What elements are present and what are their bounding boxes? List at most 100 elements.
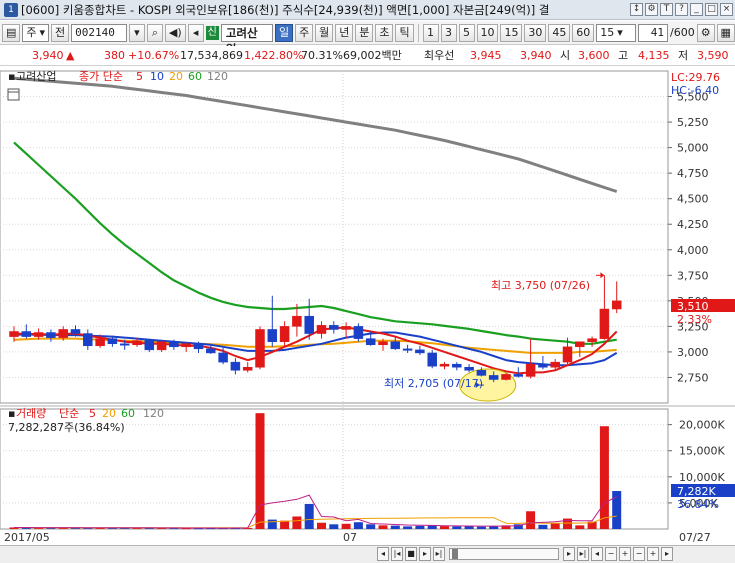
stop-icon[interactable]: ■ [405,547,417,561]
prev-button[interactable]: 전 [51,23,70,42]
volume-bar [550,523,560,529]
zoom-reset-icon[interactable]: − [633,547,645,561]
search-icon[interactable]: ⌕ [146,23,163,42]
interval-3[interactable]: 3 [440,23,457,42]
candle-body [476,370,487,376]
candle-body [464,366,474,371]
candle-body [439,363,450,367]
prev-stock-icon[interactable]: ◂ [187,23,204,42]
chart-settings-icon[interactable]: ⚙ [696,23,715,42]
layout-toggle-icon[interactable]: ▤ [2,23,21,42]
candle-body [292,315,302,327]
high-annotation: 최고 3,750 (07/26) [491,279,590,292]
interval-60[interactable]: 60 [572,23,595,42]
interval-1[interactable]: 1 [422,23,439,42]
period-tick[interactable]: 틱 [395,23,414,42]
volume-bar [415,525,425,529]
candle-body [575,341,585,348]
candle-body [488,375,499,380]
period-day[interactable]: 일 [274,23,294,42]
star-icon[interactable]: T [660,3,673,16]
chevron-down-icon: ▾ [39,25,46,39]
volume-tick-label: 10,000K [679,471,725,484]
count-total: /600 [670,26,695,39]
volume-ma-label: 단순 [59,407,79,420]
last-icon[interactable]: ▸| [433,547,445,561]
volume-bar [452,526,462,529]
last-price-tag: 3,510 [677,300,709,313]
period-minute[interactable]: 분 [355,23,374,42]
volume-bar [280,520,290,529]
candle-body [107,338,118,345]
interval-15[interactable]: 15 [500,23,523,42]
period-second[interactable]: 초 [375,23,394,42]
trade-amount: 69,002백만 [343,49,402,62]
scroll-left-icon[interactable]: ◂ [377,547,389,561]
last-volume-rate-tag: 36.84% [677,498,719,511]
ma5-legend: 5 [136,70,143,83]
x-label-mid: 07 [343,531,357,544]
market-select[interactable]: 주 ▾ [22,23,50,42]
vol-ma20-legend: 20 [102,407,116,420]
code-dropdown-icon[interactable]: ▾ [128,23,145,42]
pin-icon[interactable]: ↕ [630,3,643,16]
high-label: 고 [618,49,629,62]
vol-ma5-legend: 5 [89,407,96,420]
zoom-in-icon[interactable]: + [619,547,631,561]
candle-body [21,331,32,337]
interval-45[interactable]: 45 [548,23,571,42]
interval-5[interactable]: 5 [458,23,475,42]
sound-icon[interactable]: ◀) [164,23,186,42]
first-icon[interactable]: |◂ [391,547,403,561]
calendar-icon[interactable] [7,88,20,101]
volume-bar [267,519,277,529]
turnover: 70.31% [301,49,343,62]
volume: 17,534,869 [180,49,243,62]
candle-body [132,340,142,346]
count-input[interactable]: 41 [638,23,668,42]
candle-body [599,308,610,339]
chevron-down-icon: ▾ [617,25,623,39]
volume-bar [378,525,388,529]
scroll-thumb[interactable] [452,549,458,559]
add-indicator-icon[interactable]: + [647,547,659,561]
maximize-icon[interactable]: □ [705,3,718,16]
minimize-icon[interactable]: _ [690,3,703,16]
interval-10[interactable]: 10 [476,23,499,42]
volume-bar [489,526,499,529]
best-bid: 3,945 [470,49,502,62]
nav-menu-icon[interactable]: ▸ [661,547,673,561]
price-tick-label: 4,250 [677,218,709,231]
scroll-track[interactable] [449,548,559,560]
help-icon[interactable]: ? [675,3,688,16]
candle-body [316,325,327,334]
close-icon[interactable]: × [720,3,733,16]
candle-body [550,361,560,368]
scroll-right-icon[interactable]: ▸ [563,547,575,561]
chart-area[interactable]: 2,7503,0003,2503,5003,7504,0004,2504,500… [0,67,735,545]
zoom-step-icon[interactable]: ▸| [577,547,589,561]
interval-select[interactable]: 15 ▾ [596,23,637,42]
settings-icon[interactable]: ⚙ [645,3,658,16]
candle-body [415,349,425,354]
zoom-out-icon[interactable]: − [605,547,617,561]
volume-bar [329,524,339,529]
candle-body [267,329,278,342]
period-year[interactable]: 년 [335,23,354,42]
period-week[interactable]: 주 [295,23,314,42]
stock-code-input[interactable]: 002140 [71,23,127,42]
play-icon[interactable]: ▸ [419,547,431,561]
volume-bar [317,522,326,529]
price-tick-label: 3,750 [677,269,709,282]
price-tick-label: 4,000 [677,244,709,257]
zoom-prev-icon[interactable]: ◂ [591,547,603,561]
candle-body [119,343,130,346]
price-legend-marker: ▪ [8,70,15,83]
chart-svg[interactable]: 2,7503,0003,2503,5003,7504,0004,2504,500… [0,67,735,545]
open-label: 시 [560,49,571,62]
volume-bar [366,524,376,529]
period-month[interactable]: 월 [315,23,334,42]
interval-30[interactable]: 30 [524,23,547,42]
up-triangle-icon: ▲ [66,49,75,62]
chart-menu-icon[interactable]: ▦ [716,23,735,42]
